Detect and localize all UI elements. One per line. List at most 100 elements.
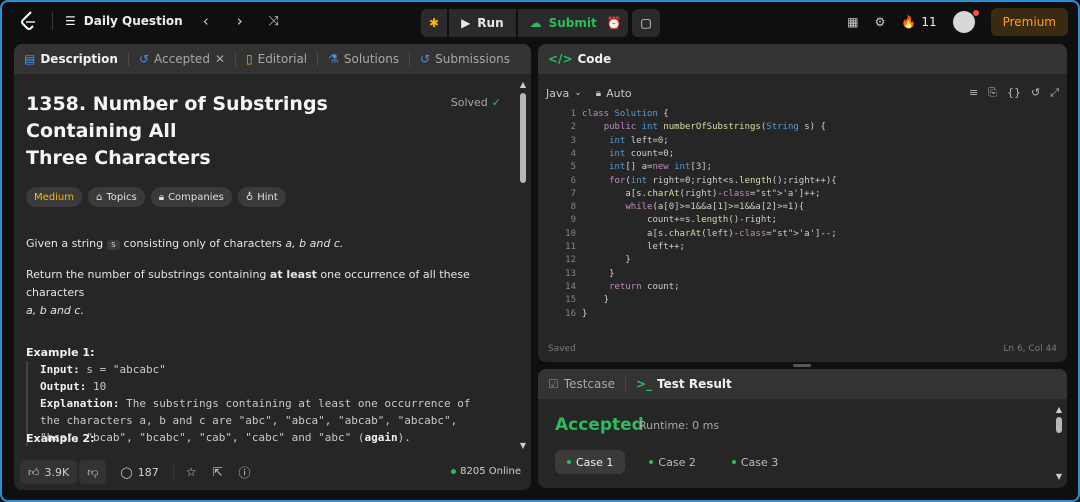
help-icon[interactable]: ⓘ	[239, 464, 251, 481]
tab-testcase[interactable]: ☑ Testcase	[548, 377, 615, 391]
random-question-button[interactable]: ⤨	[263, 10, 285, 32]
reset-icon[interactable]: ↺	[1031, 86, 1040, 100]
scroll-down-icon[interactable]: ▼	[519, 441, 527, 450]
language-select[interactable]: Java ⌄	[546, 87, 582, 100]
tab-code[interactable]: </> Code	[548, 52, 611, 66]
notes-button[interactable]: ▢	[632, 9, 660, 37]
hint-tag[interactable]: ♁ Hint	[237, 187, 286, 207]
case-tab-1[interactable]: Case 1	[555, 450, 626, 474]
topics-tag[interactable]: ⌂ Topics	[88, 187, 145, 207]
line-number: 5	[570, 162, 576, 173]
line-number: 11	[565, 242, 576, 252]
companies-label: Companies	[168, 191, 224, 203]
daily-question-label: Daily Question	[83, 14, 183, 28]
bookmark-icon[interactable]: ⎘	[988, 86, 997, 100]
case-list: Case 1 Case 2 Case 3	[555, 450, 790, 474]
daily-question-button[interactable]: ☰ Daily Question	[65, 14, 183, 28]
close-icon[interactable]: ✕	[215, 52, 225, 66]
code-line: }	[582, 295, 610, 306]
alarm-clock-icon: ⏰	[606, 16, 622, 30]
topics-label: Topics	[106, 191, 137, 203]
companies-tag[interactable]: 🔒︎ Companies	[150, 187, 232, 207]
tab-submissions[interactable]: ↺ Submissions	[420, 52, 510, 66]
dislike-button[interactable]: 👎︎	[79, 460, 107, 484]
bug-icon: ✱	[429, 16, 440, 30]
settings-gear-icon[interactable]: ⚙	[875, 15, 886, 29]
run-label: Run	[477, 16, 504, 30]
share-icon[interactable]: ⇱	[212, 465, 222, 479]
star-icon[interactable]: ☆	[186, 465, 197, 479]
auto-mode-button[interactable]: 🔒︎ Auto	[596, 87, 632, 100]
line-number: 12	[565, 255, 576, 266]
history-icon: ↺	[138, 52, 150, 66]
tab-test-result[interactable]: >_ Test Result	[636, 377, 732, 391]
difficulty-label: Medium	[34, 191, 74, 203]
tab-test-result-label: Test Result	[657, 377, 732, 391]
mode-label: Auto	[606, 86, 632, 100]
submit-button[interactable]: ☁ Submit	[517, 9, 609, 37]
lock-icon: 🔒︎	[595, 87, 602, 99]
editor-toolbar: Java ⌄ 🔒︎ Auto ≡ ⎘ {} ↺ ⤢	[538, 80, 1067, 106]
line-number: 4	[570, 148, 576, 159]
line-number: 13	[565, 268, 576, 279]
terminal-icon: >_	[635, 377, 653, 391]
explanation-text: "bca", "bcab", "bcabc", "cab", "cabc" an…	[40, 429, 506, 446]
explanation-text: The substrings containing at least one o…	[119, 397, 471, 410]
question-title-line1: 1358. Number of Substrings Containing Al…	[26, 93, 328, 142]
user-avatar[interactable]	[952, 10, 979, 33]
explanation-label: Explanation:	[40, 397, 120, 410]
test-scrollbar[interactable]: ▲ ▼	[1055, 405, 1063, 481]
scroll-thumb[interactable]	[520, 93, 526, 183]
braces-icon[interactable]: {}	[1007, 86, 1021, 100]
tab-accepted[interactable]: ↺ Accepted ✕	[139, 52, 225, 66]
comment-icon: ◯	[120, 465, 133, 479]
debug-button[interactable]: ✱	[421, 9, 448, 37]
streak-count: 11	[921, 15, 937, 29]
line-number: 8	[570, 202, 576, 213]
question-title: 1358. Number of Substrings Containing Al…	[26, 91, 436, 172]
leetcode-logo-icon[interactable]	[18, 10, 40, 32]
cloud-upload-icon: ☁	[529, 16, 542, 30]
case-tab-3[interactable]: Case 3	[720, 450, 790, 474]
comments-button[interactable]: ◯ 187	[112, 460, 166, 484]
scroll-thumb[interactable]	[1056, 417, 1062, 433]
code-line: }	[582, 308, 588, 319]
tab-solutions-label: Solutions	[343, 52, 400, 66]
note-icon: ▢	[640, 16, 652, 30]
like-button[interactable]: 👍︎ 3.9K	[20, 460, 78, 484]
premium-button[interactable]: Premium	[990, 8, 1068, 36]
scroll-up-icon[interactable]: ▲	[519, 80, 527, 89]
chevron-left-icon: ‹	[202, 12, 209, 30]
expand-icon[interactable]: ⤢	[1050, 86, 1059, 100]
tag-row: Medium ⌂ Topics 🔒︎ Companies ♁ Hint	[26, 187, 286, 207]
description-scrollbar[interactable]: ▲ ▼	[519, 80, 527, 450]
tab-description[interactable]: ▤ Description	[24, 52, 118, 66]
tab-editorial[interactable]: ▯ Editorial	[246, 52, 307, 66]
case-tab-2[interactable]: Case 2	[637, 450, 707, 474]
format-icon[interactable]: ≡	[969, 86, 978, 100]
streak-counter[interactable]: 🔥 11	[901, 15, 936, 29]
next-question-button[interactable]: ›	[229, 10, 251, 32]
tab-solutions[interactable]: ⚗ Solutions	[328, 52, 399, 66]
list-icon: ☰	[65, 14, 76, 28]
example-2-heading: Example 2:	[26, 432, 95, 445]
play-icon: ▶	[461, 16, 471, 30]
layout-grid-icon[interactable]: ▦	[847, 15, 858, 29]
line-number: 7	[570, 188, 576, 199]
resize-handle[interactable]	[793, 364, 811, 367]
timer-button[interactable]: ⏰	[600, 9, 628, 37]
pass-dot	[567, 460, 571, 464]
scroll-down-icon[interactable]: ▼	[1055, 472, 1063, 481]
prev-question-button[interactable]: ‹	[195, 10, 217, 32]
difficulty-badge[interactable]: Medium	[26, 187, 82, 207]
run-button[interactable]: ▶ Run	[449, 9, 516, 37]
code-tab-bar: </> Code	[538, 44, 1067, 74]
text: at least	[269, 268, 317, 281]
code-line: int[] a=new int[3];	[609, 162, 713, 173]
scroll-up-icon[interactable]: ▲	[1055, 405, 1063, 414]
tab-code-label: Code	[577, 52, 612, 66]
inline-code: s	[106, 240, 121, 250]
submit-label: Submit	[548, 16, 597, 30]
code-panel: </> Code Java ⌄ 🔒︎ Auto ≡ ⎘ {} ↺ ⤢ 1 clas…	[538, 44, 1067, 362]
text: consisting only of characters	[120, 237, 286, 250]
